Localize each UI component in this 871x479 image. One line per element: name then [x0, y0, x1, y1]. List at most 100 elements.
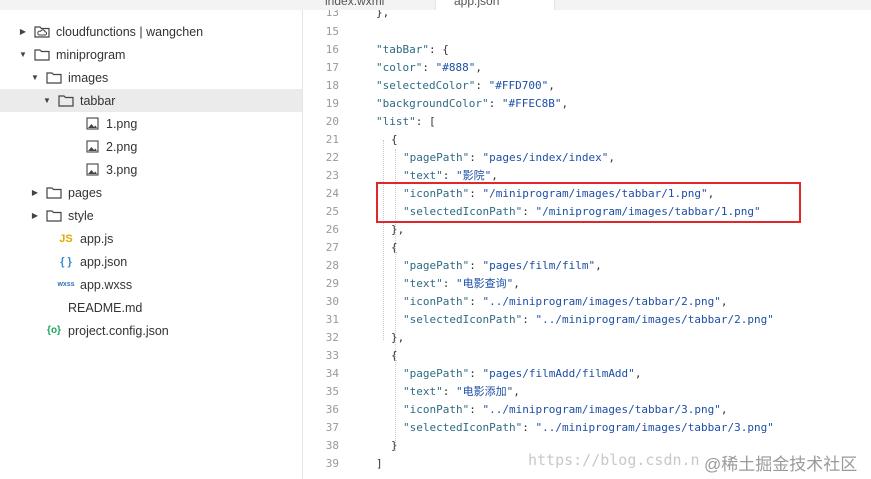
line-number: 21 — [325, 133, 339, 146]
line-number: 27 — [325, 241, 339, 254]
line-number: 32 — [325, 331, 339, 344]
indent-guide — [383, 140, 385, 340]
tab-app-json[interactable]: app.json — [435, 0, 555, 10]
line-number: 28 — [325, 259, 339, 272]
code-line: }, — [376, 10, 390, 19]
line-number: 19 — [325, 97, 339, 110]
tree-item[interactable]: ▼ miniprogram — [0, 43, 302, 66]
js-file-icon: JS — [59, 232, 73, 245]
caret-down-icon[interactable]: ▼ — [18, 50, 28, 59]
line-number: 22 — [325, 151, 339, 164]
tree-item[interactable]: 1.png — [0, 112, 302, 135]
tree-item[interactable]: ▶ cloudfunctions | wangchen — [0, 20, 302, 43]
caret-right-icon[interactable]: ▶ — [30, 188, 40, 197]
tree-item-label: miniprogram — [56, 47, 126, 62]
code-line: "text": "电影查询", — [403, 277, 520, 290]
tree-item-label: 1.png — [106, 116, 138, 131]
code-line: "pagePath": "pages/film/film", — [403, 259, 602, 272]
code-line: "selectedIconPath": "../miniprogram/imag… — [403, 313, 774, 326]
tree-item[interactable]: 3.png — [0, 158, 302, 181]
line-number: 13 — [325, 10, 339, 19]
watermark-url: https://blog.csdn.n — [528, 451, 700, 469]
line-number: 39 — [325, 457, 339, 470]
caret-down-icon[interactable]: ▼ — [30, 73, 40, 82]
line-number: 17 — [325, 61, 339, 74]
code-line: "pagePath": "pages/filmAdd/filmAdd", — [403, 367, 642, 380]
tree-item-label: pages — [68, 185, 103, 200]
tree-item-label: app.json — [80, 254, 128, 269]
tree-item[interactable]: ▼ tabbar — [0, 89, 302, 112]
cloud-folder-icon — [34, 25, 50, 39]
line-number: 35 — [325, 385, 339, 398]
tree-item[interactable]: wxss app.wxss — [0, 273, 302, 296]
code-line: }, — [391, 223, 405, 236]
folder-icon — [46, 71, 62, 85]
folder-icon — [46, 186, 62, 200]
json-file-icon: { } — [60, 255, 72, 268]
caret-right-icon[interactable]: ▶ — [18, 27, 28, 36]
tree-item-label: style — [68, 208, 94, 223]
line-number: 30 — [325, 295, 339, 308]
line-number: 23 — [325, 169, 339, 182]
line-number: 26 — [325, 223, 339, 236]
code-line: ] — [376, 457, 383, 470]
code-line: "selectedIconPath": "../miniprogram/imag… — [403, 421, 774, 434]
markdown-file-icon — [46, 301, 62, 315]
image-file-icon — [84, 163, 100, 177]
caret-down-icon[interactable]: ▼ — [42, 96, 52, 105]
code-line: "iconPath": "../miniprogram/images/tabba… — [403, 403, 728, 416]
folder-icon — [34, 48, 50, 62]
line-number: 36 — [325, 403, 339, 416]
line-number: 25 — [325, 205, 339, 218]
line-number: 34 — [325, 367, 339, 380]
tree-item-label: tabbar — [80, 93, 116, 108]
highlight-box — [376, 182, 801, 223]
config-file-icon: {o} — [47, 325, 61, 336]
folder-icon — [58, 94, 74, 108]
code-line: }, — [391, 331, 405, 344]
tree-item[interactable]: {o} project.config.json — [0, 319, 302, 342]
line-number: 20 — [325, 115, 339, 128]
tree-item-label: app.js — [80, 231, 114, 246]
tree-item[interactable]: JS app.js — [0, 227, 302, 250]
tab-index-wxml[interactable]: index.wxml — [325, 0, 384, 10]
tree-item[interactable]: 2.png — [0, 135, 302, 158]
tree-item-label: README.md — [68, 300, 143, 315]
tree-item-label: images — [68, 70, 109, 85]
code-line: "color": "#888", — [376, 61, 482, 74]
tree-item-label: app.wxss — [80, 277, 133, 292]
tree-item[interactable]: { } app.json — [0, 250, 302, 273]
tree-item[interactable]: ▶ pages — [0, 181, 302, 204]
line-number: 18 — [325, 79, 339, 92]
image-file-icon — [84, 140, 100, 154]
line-number: 16 — [325, 43, 339, 56]
folder-icon — [46, 209, 62, 223]
code-line: "text": "电影添加", — [403, 385, 520, 398]
wxss-file-icon: wxss — [57, 281, 75, 288]
image-file-icon — [84, 117, 100, 131]
code-editor[interactable]: 13 15 16 17 18 19 20 21 22 23 24 25 26 27 28 29 30 31 32 33… — [303, 10, 871, 479]
tree-item-label: 3.png — [106, 162, 138, 177]
code-line: "list": [ — [376, 115, 436, 128]
editor-tab-bar: index.wxml app.json — [303, 0, 871, 10]
tree-item[interactable]: README.md — [0, 296, 302, 319]
file-explorer: ▶ cloudfunctions | wangchen ▼ miniprogram ▼ i… — [0, 10, 303, 479]
line-number: 15 — [325, 25, 339, 38]
tree-item-label: cloudfunctions | wangchen — [56, 24, 204, 39]
tree-item-label: 2.png — [106, 139, 138, 154]
code-line: "iconPath": "../miniprogram/images/tabba… — [403, 295, 728, 308]
code-line: "selectedColor": "#FFD700", — [376, 79, 555, 92]
caret-right-icon[interactable]: ▶ — [30, 211, 40, 220]
code-line: { — [391, 133, 398, 146]
code-line: "backgroundColor": "#FFEC8B", — [376, 97, 569, 110]
line-number: 38 — [325, 439, 339, 452]
code-line: "pagePath": "pages/index/index", — [403, 151, 615, 164]
line-number-gutter: 13 15 16 17 18 19 20 21 22 23 24 25 26 27 28 29 30 31 32 33… — [303, 10, 343, 479]
code-line: "tabBar": { — [376, 43, 449, 56]
tree-item-label: project.config.json — [68, 323, 169, 338]
watermark-site: @稀土掘金技术社区 — [704, 455, 858, 474]
line-number: 24 — [325, 187, 339, 200]
tree-item[interactable]: ▶ style — [0, 204, 302, 227]
line-number: 29 — [325, 277, 339, 290]
tree-item[interactable]: ▼ images — [0, 66, 302, 89]
